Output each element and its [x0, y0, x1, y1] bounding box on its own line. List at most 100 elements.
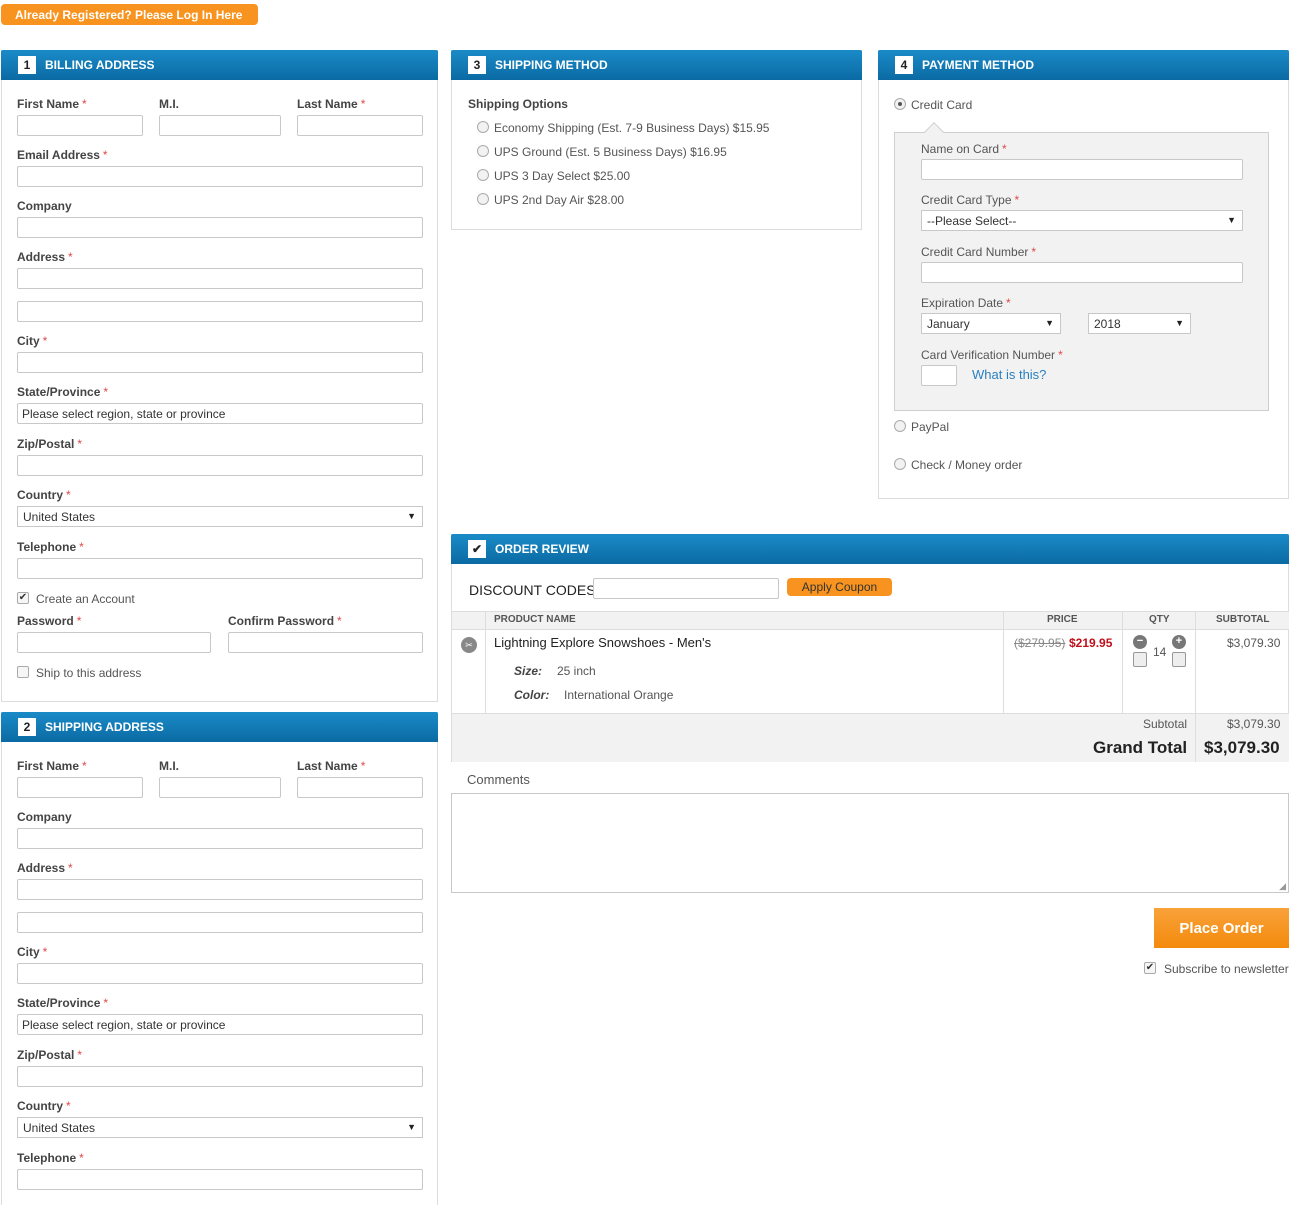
- country-value: United States: [23, 509, 96, 524]
- telephone-input[interactable]: [17, 558, 423, 579]
- name-on-card-input[interactable]: [921, 159, 1243, 180]
- ship-country-select[interactable]: United States ▼: [17, 1117, 423, 1138]
- shipping-address-panel: 2 SHIPPING ADDRESS First Name * M.I. Last…: [1, 712, 438, 1205]
- what-is-this-link[interactable]: What is this?: [972, 367, 1046, 382]
- step-number: 3: [468, 56, 486, 74]
- expiration-year-select[interactable]: 2018 ▼: [1088, 313, 1191, 334]
- ship-telephone-input[interactable]: [17, 1169, 423, 1190]
- billing-panel: 1 BILLING ADDRESS First Name * M.I. Last …: [1, 50, 438, 702]
- cvv-label: Card Verification Number *: [921, 348, 1063, 362]
- product-name-header: PRODUCT NAME: [494, 614, 576, 625]
- payment-method-title: PAYMENT METHOD: [922, 58, 1035, 72]
- grand-total-label: Grand Total: [1093, 738, 1188, 757]
- remove-item-icon[interactable]: ✂: [461, 637, 477, 653]
- checkmark-icon: ✔: [468, 540, 486, 558]
- last-name-label: Last Name *: [297, 97, 366, 111]
- grand-total-value: $3,079.30: [1204, 738, 1280, 757]
- state-label: State/Province *: [17, 385, 109, 399]
- email-input[interactable]: [17, 166, 423, 187]
- qty-value: 14: [1153, 645, 1167, 659]
- billing-header: 1 BILLING ADDRESS: [1, 50, 438, 80]
- create-account-label: Create an Account: [36, 592, 135, 606]
- subtotal-value: $3,079.30: [1227, 717, 1281, 731]
- password-input[interactable]: [17, 632, 211, 653]
- shipping-option-radio[interactable]: [477, 169, 489, 181]
- ship-zip-input[interactable]: [17, 1066, 423, 1087]
- zip-input[interactable]: [17, 455, 423, 476]
- qty-increase-button[interactable]: [1172, 652, 1186, 667]
- line-subtotal: $3,079.30: [1227, 636, 1281, 650]
- qty-header: QTY: [1149, 614, 1170, 625]
- shipping-option-radio[interactable]: [477, 193, 489, 205]
- subtotal-header: SUBTOTAL: [1216, 614, 1270, 625]
- minus-icon[interactable]: −: [1133, 635, 1147, 649]
- first-name-input[interactable]: [17, 115, 143, 136]
- subscribe-checkbox[interactable]: ✔: [1144, 962, 1156, 974]
- resize-handle-icon[interactable]: ◢: [1279, 881, 1286, 892]
- ship-last-name-input[interactable]: [297, 777, 423, 798]
- address-input-2[interactable]: [17, 301, 423, 322]
- apply-coupon-button[interactable]: Apply Coupon: [787, 578, 892, 596]
- paypal-radio[interactable]: [894, 420, 906, 432]
- shipping-option-label: UPS Ground (Est. 5 Business Days) $16.95: [494, 145, 727, 159]
- price: $219.95: [1069, 636, 1113, 650]
- card-number-input[interactable]: [921, 262, 1243, 283]
- order-review-title: ORDER REVIEW: [495, 542, 590, 556]
- ship-address-input-2[interactable]: [17, 912, 423, 933]
- shipping-address-header: 2 SHIPPING ADDRESS: [1, 712, 438, 742]
- card-number-label: Credit Card Number *: [921, 245, 1037, 259]
- last-name-input[interactable]: [297, 115, 423, 136]
- ship-address-input-1[interactable]: [17, 879, 423, 900]
- shipping-option-radio[interactable]: [477, 145, 489, 157]
- payment-method-panel: 4 PAYMENT METHOD Credit Card Name on Car…: [878, 50, 1289, 499]
- address-label: Address *: [17, 250, 73, 264]
- plus-icon[interactable]: +: [1172, 635, 1186, 649]
- ship-zip-label: Zip/Postal *: [17, 1048, 83, 1062]
- ship-mi-input[interactable]: [159, 777, 281, 798]
- shipping-options-label: Shipping Options: [468, 97, 568, 111]
- card-type-select[interactable]: --Please Select-- ▼: [921, 210, 1243, 231]
- place-order-button[interactable]: Place Order: [1154, 908, 1289, 948]
- mi-input[interactable]: [159, 115, 281, 136]
- old-price: ($279.95): [1014, 636, 1066, 650]
- city-input[interactable]: [17, 352, 423, 373]
- ship-to-address-checkbox[interactable]: [17, 666, 29, 678]
- credit-card-radio[interactable]: [894, 98, 906, 110]
- check-money-order-radio[interactable]: [894, 458, 906, 470]
- ship-company-input[interactable]: [17, 828, 423, 849]
- month-value: January: [927, 316, 970, 331]
- confirm-password-input[interactable]: [228, 632, 423, 653]
- telephone-label: Telephone *: [17, 540, 84, 554]
- check-money-order-label: Check / Money order: [911, 458, 1023, 472]
- product-name: Lightning Explore Snowshoes - Men's: [494, 635, 712, 650]
- address-input-1[interactable]: [17, 268, 423, 289]
- expiration-month-select[interactable]: January ▼: [921, 313, 1061, 334]
- shipping-option-radio[interactable]: [477, 121, 489, 133]
- ship-city-input[interactable]: [17, 963, 423, 984]
- login-button[interactable]: Already Registered? Please Log In Here: [1, 4, 258, 25]
- create-account-checkbox[interactable]: ✔: [17, 592, 29, 604]
- company-input[interactable]: [17, 217, 423, 238]
- dropdown-arrow-icon: ▼: [1175, 318, 1184, 328]
- dropdown-arrow-icon: ▼: [407, 1122, 416, 1132]
- ship-first-name-input[interactable]: [17, 777, 143, 798]
- year-value: 2018: [1094, 316, 1121, 331]
- dropdown-arrow-icon: ▼: [1227, 215, 1236, 225]
- shipping-address-title: SHIPPING ADDRESS: [45, 720, 164, 734]
- credit-card-label: Credit Card: [911, 98, 973, 112]
- comments-textarea[interactable]: ◢: [451, 793, 1289, 893]
- state-input[interactable]: Please select region, state or province: [17, 403, 423, 424]
- cvv-input[interactable]: [921, 365, 957, 386]
- shipping-option-label: Economy Shipping (Est. 7-9 Business Days…: [494, 121, 770, 135]
- shipping-method-title: SHIPPING METHOD: [495, 58, 608, 72]
- qty-decrease-button[interactable]: [1133, 652, 1147, 667]
- country-label: Country *: [17, 488, 71, 502]
- price-header: PRICE: [1047, 614, 1078, 625]
- discount-code-input[interactable]: [593, 578, 779, 599]
- ship-first-name-label: First Name *: [17, 759, 87, 773]
- country-select[interactable]: United States ▼: [17, 506, 423, 527]
- step-number: 2: [18, 718, 36, 736]
- divider: [1003, 611, 1004, 714]
- comments-label: Comments: [467, 772, 530, 787]
- ship-state-input[interactable]: Please select region, state or province: [17, 1014, 423, 1035]
